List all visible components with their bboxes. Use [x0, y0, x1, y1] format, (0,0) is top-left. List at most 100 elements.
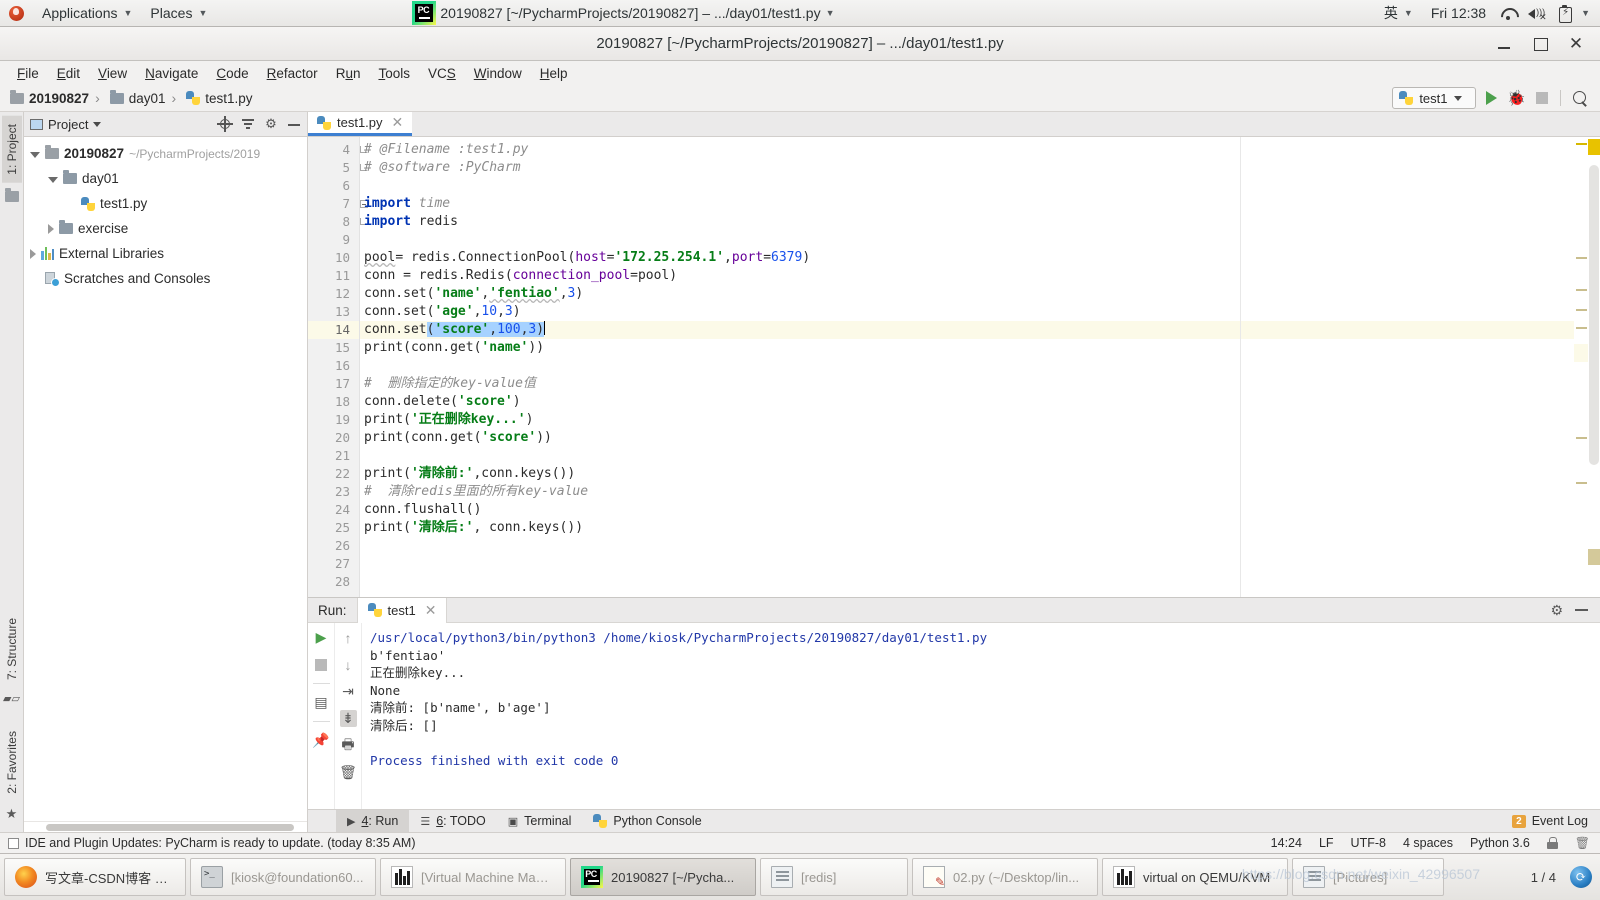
status-message[interactable]: IDE and Plugin Updates: PyCharm is ready… — [25, 836, 416, 850]
menu-item-edit[interactable]: Edit — [48, 64, 89, 83]
menu-item-window[interactable]: Window — [465, 64, 531, 83]
close-icon[interactable]: ✕ — [392, 114, 404, 131]
structure-icon[interactable]: ▰▱ — [3, 692, 20, 705]
line-number[interactable]: 28 — [308, 573, 359, 591]
tree-item-day01[interactable]: day01 — [24, 166, 307, 191]
taskbar-item-6[interactable]: virtual on QEMU/KVM — [1102, 858, 1288, 896]
breadcrumb-20190827[interactable]: 20190827 — [8, 89, 91, 106]
line-number-gutter[interactable]: 4 5 6 7 8 9 10 11 12 13 14 15 16 17 18 19 20 21 22 23 24 25 26… — [308, 137, 368, 597]
error-stripe-mark[interactable] — [1576, 437, 1587, 439]
taskbar-item-4[interactable]: [redis] — [760, 858, 908, 896]
code-line[interactable] — [360, 231, 1574, 249]
chevron-right-icon[interactable] — [48, 223, 54, 234]
code-line[interactable]: print('正在删除key...') — [360, 411, 1574, 429]
volume-muted-icon[interactable]: ))) ✕ — [1528, 5, 1547, 22]
error-stripe-markers[interactable] — [1574, 137, 1588, 597]
system-menu-chevron-icon[interactable]: ▼ — [1581, 8, 1590, 18]
workspace-pager[interactable]: 1 / 4 — [1525, 870, 1562, 885]
stop-button[interactable] — [1536, 92, 1548, 104]
code-line[interactable]: print('清除后:', conn.keys()) — [360, 519, 1574, 537]
status-python-3-6[interactable]: Python 3.6 — [1470, 836, 1530, 850]
tree-item-exercise[interactable]: exercise — [24, 216, 307, 241]
soft-wrap-icon[interactable]: ⇥ — [340, 683, 357, 700]
error-stripe-mark[interactable] — [1576, 289, 1587, 291]
code-line[interactable] — [360, 357, 1574, 375]
error-stripe-mark[interactable] — [1576, 257, 1587, 259]
chevron-down-icon[interactable] — [48, 176, 58, 183]
code-line[interactable] — [360, 573, 1574, 591]
code-line[interactable]: conn.delete('score') — [360, 393, 1574, 411]
taskbar-item-7[interactable]: [Pictures] — [1292, 858, 1444, 896]
line-number[interactable]: 11 — [308, 267, 359, 285]
line-number[interactable]: 7 — [308, 195, 368, 213]
menu-item-view[interactable]: View — [89, 64, 136, 83]
down-arrow-icon[interactable]: ↓ — [340, 656, 357, 673]
ubuntu-menu[interactable] — [0, 0, 33, 27]
close-icon[interactable]: ✕ — [425, 602, 437, 619]
menu-item-navigate[interactable]: Navigate — [136, 64, 207, 83]
print-icon[interactable]: 🖶 — [340, 736, 357, 754]
line-number[interactable]: 9 — [308, 231, 359, 249]
clock[interactable]: Fri 12:38 — [1422, 0, 1495, 27]
line-number[interactable]: 25 — [308, 519, 359, 537]
wifi-icon[interactable] — [1500, 5, 1518, 21]
collapse-all-icon[interactable] — [241, 117, 255, 131]
code-line[interactable]: # 删除指定的key-value值 — [360, 375, 1574, 393]
code-line[interactable]: # 清除redis里面的所有key-value — [360, 483, 1574, 501]
code-line[interactable]: conn.flushall() — [360, 501, 1574, 519]
line-number[interactable]: 18 — [308, 393, 359, 411]
line-number[interactable]: 14 — [308, 321, 359, 339]
scroll-to-end-icon[interactable]: ⇟ — [339, 710, 357, 727]
editor-vertical-scrollbar[interactable] — [1588, 137, 1600, 597]
project-horizontal-scrollbar[interactable] — [24, 821, 307, 832]
code-line[interactable]: conn.set('score',100,3) — [360, 321, 1574, 339]
run-button[interactable] — [1486, 91, 1498, 105]
code-text-area[interactable]: # @Filename :test1.py # @software :PyChar… — [360, 137, 1574, 597]
up-arrow-icon[interactable]: ↑ — [340, 629, 357, 646]
scrollbar-mark[interactable] — [1588, 139, 1600, 155]
code-line[interactable]: print(conn.get('score')) — [360, 429, 1574, 447]
code-line[interactable]: print('清除前:',conn.keys()) — [360, 465, 1574, 483]
error-stripe-mark[interactable] — [1576, 143, 1587, 145]
workspace-switcher-icon[interactable]: ⟳ — [1570, 866, 1592, 888]
scrollbar-mark[interactable] — [1588, 549, 1600, 565]
code-line[interactable] — [360, 447, 1574, 465]
scrollbar-thumb[interactable] — [46, 824, 294, 831]
tree-item-test1-py[interactable]: test1.py — [24, 191, 307, 216]
taskbar-item-0[interactable]: 写文章-CSDN博客 – ... — [4, 858, 186, 896]
menu-item-file[interactable]: File — [8, 64, 48, 83]
toolwindow-event-log-label[interactable]: Event Log — [1532, 814, 1588, 828]
menu-item-tools[interactable]: Tools — [369, 64, 419, 83]
sidebar-item-structure[interactable]: 7: Structure — [2, 610, 22, 688]
code-line[interactable]: conn.set('name','fentiao',3) — [360, 285, 1574, 303]
close-button[interactable]: ✕ — [1568, 35, 1584, 52]
code-line[interactable]: conn.set('age',10,3) — [360, 303, 1574, 321]
menu-item-code[interactable]: Code — [207, 64, 257, 83]
line-number[interactable]: 10 — [308, 249, 359, 267]
status-4-spaces[interactable]: 4 spaces — [1403, 836, 1453, 850]
lock-icon[interactable] — [1546, 837, 1558, 849]
run-console-output[interactable]: /usr/local/python3/bin/python3 /home/kio… — [362, 623, 1600, 809]
project-file-tree[interactable]: 20190827 ~/PycharmProjects/2019 day01 test1… — [24, 137, 307, 821]
clear-all-icon[interactable]: 🗑 — [339, 764, 357, 781]
hide-icon[interactable] — [1575, 609, 1588, 611]
code-line[interactable] — [360, 177, 1574, 195]
taskbar-item-5[interactable]: 02.py (~/Desktop/lin... — [912, 858, 1098, 896]
sidebar-item-favorites[interactable]: 2: Favorites — [2, 723, 22, 802]
pin-icon[interactable]: 📌 — [312, 732, 329, 749]
menu-item-refactor[interactable]: Refactor — [258, 64, 327, 83]
trash-icon[interactable]: 🗑 — [1575, 836, 1590, 850]
tree-item-external-libraries[interactable]: External Libraries — [24, 241, 307, 266]
star-icon[interactable]: ★ — [6, 806, 18, 822]
line-number[interactable]: 15 — [308, 339, 359, 357]
tab-test1-py[interactable]: test1.py ✕ — [308, 112, 413, 136]
applications-menu[interactable]: Applications ▼ — [33, 0, 141, 27]
chevron-down-icon[interactable] — [30, 151, 40, 158]
menu-item-help[interactable]: Help — [531, 64, 577, 83]
code-line[interactable] — [360, 537, 1574, 555]
line-number[interactable]: 19 — [308, 411, 359, 429]
taskbar-item-3[interactable]: PC 20190827 [~/Pycha... — [570, 858, 756, 896]
code-line[interactable]: import time — [360, 195, 1574, 213]
line-number[interactable]: 24 — [308, 501, 359, 519]
stop-icon[interactable] — [313, 656, 330, 673]
